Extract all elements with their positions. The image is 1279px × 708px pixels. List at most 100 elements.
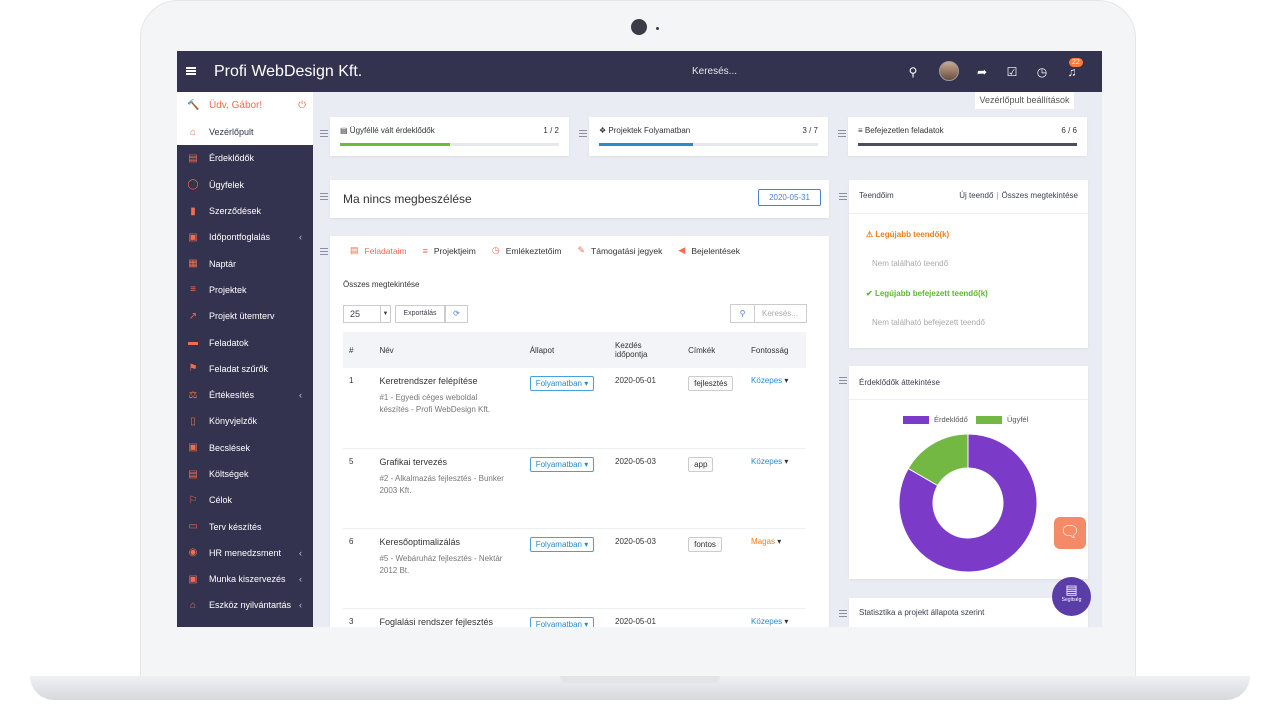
webcam [631,19,647,35]
sidebar-item-4[interactable]: ▣ Időpontfoglalás ‹ [177,224,313,250]
sidebar-item-13[interactable]: ▤ Költségek [177,461,313,487]
chevron-left-icon: ‹ [299,390,302,401]
sidebar-item-1[interactable]: ▤ Érdeklődők [177,145,313,171]
column-header[interactable]: Állapot [523,332,609,368]
drag-handle-icon[interactable] [839,610,847,617]
status-dropdown[interactable]: Folyamatban ▾ [529,456,595,472]
sidebar-item-label: Szerződések [209,206,262,217]
sidebar-item-11[interactable]: ▯ Könyvjelzők [177,408,313,434]
tab-tasks[interactable]: ▤ Feladataim [350,245,407,256]
task-description: #1 - Egyedi céges weboldal készítés - Pr… [379,393,491,414]
receipt-icon: ▤ [188,468,198,480]
priority-dropdown[interactable]: Közepes ▾ [751,376,788,385]
priority-cell: Közepes ▾ [745,368,806,449]
sidebar-item-18[interactable]: ⌂ Eszköz nyilvántartás ‹ [177,592,313,618]
task-cell: Foglalási rendszer fejlesztés [373,608,524,627]
drag-handle-icon[interactable] [839,193,847,200]
store-icon: ▤ [188,152,198,164]
sidebar-item-17[interactable]: ▣ Munka kiszervezés ‹ [177,566,313,592]
search-icon[interactable]: ⚲ [906,65,920,79]
drag-handle-icon[interactable] [839,377,847,384]
task-name-link[interactable]: Keresőoptimalizálás [379,537,517,547]
tab-megaphone[interactable]: ◀ Bejelentések [678,245,740,256]
table-search-input[interactable]: ⚲ Keresés... [730,304,807,323]
column-header[interactable]: Címkék [682,332,746,368]
view-all-tasks-link[interactable]: Összes megtekintése [343,280,419,289]
page-size-value: 25 [350,309,361,319]
sidebar-item-3[interactable]: ▮ Szerződések [177,198,313,224]
drag-handle-icon[interactable] [838,130,846,137]
column-header[interactable]: # [343,332,374,368]
task-name-link[interactable]: Keretrendszer felépítése [379,376,517,386]
sidebar-item-16[interactable]: ◉ HR menedzsment ‹ [177,540,313,566]
avatar[interactable] [939,61,959,81]
table-row[interactable]: 3 Foglalási rendszer fejlesztés Folyamat… [343,608,806,627]
chevron-down-icon: ▼ [380,306,390,322]
checkbox-icon[interactable]: ☑ [1005,65,1019,79]
priority-dropdown[interactable]: Magas ▾ [751,537,781,546]
sidebar-item-9[interactable]: ⚑ Feladat szűrők [177,356,313,382]
drag-handle-icon[interactable] [320,193,328,200]
tags-cell: fejlesztés [682,368,746,449]
priority-dropdown[interactable]: Közepes ▾ [751,457,788,466]
sidebar-item-6[interactable]: ≡ Projektek [177,277,313,303]
page-size-select[interactable]: 25 ▼ [343,305,391,323]
help-button[interactable]: ▤ Segítség [1052,577,1091,616]
drag-handle-icon[interactable] [320,248,328,255]
sidebar-item-label: HR menedzsment [209,547,282,558]
task-name-link[interactable]: Grafikai tervezés [379,457,517,467]
top-bar: Profi WebDesign Kft. Keresés... ⚲ ➦ ☑ ◷ … [177,51,1102,92]
column-header[interactable]: Fontosság [745,332,806,368]
tab-clock[interactable]: ◷ Emlékeztetőim [492,245,562,256]
separator: | [996,191,999,200]
tab-ticket[interactable]: ✎ Támogatási jegyek [578,245,663,256]
sidebar-item-5[interactable]: ▦ Naptár [177,250,313,276]
sidebar-item-2[interactable]: ◯ Ügyfelek [177,172,313,198]
priority-dropdown[interactable]: Közepes ▾ [751,617,788,626]
status-cell: Folyamatban ▾ [523,608,609,628]
status-dropdown[interactable]: Folyamatban ▾ [529,536,595,552]
chat-button[interactable]: 🗨 [1054,517,1086,549]
global-search-input[interactable]: Keresés... [692,66,737,77]
sidebar-item-8[interactable]: ▬ Feladatok [177,329,313,355]
new-todo-link[interactable]: Új teendő [959,191,993,200]
legend-swatch [903,415,929,424]
power-icon[interactable]: ⏻ [298,100,306,111]
table-row[interactable]: 6 Keresőoptimalizálás #5 - Webáruház fej… [343,528,806,609]
sidebar-item-12[interactable]: ▣ Becslések [177,435,313,461]
sidebar-item-10[interactable]: ⚖ Értékesítés ‹ [177,382,313,408]
drag-handle-icon[interactable] [579,130,587,137]
sidebar-item-15[interactable]: ▭ Terv készítés [177,513,313,539]
tag-badge: fontos [688,536,722,552]
leads-overview-panel: Érdeklődők áttekintése Érdeklődő Ügyfél [849,366,1088,579]
column-header[interactable]: Kezdés időpontja [609,332,683,368]
priority-cell: Közepes ▾ [745,608,806,627]
tab-list[interactable]: ≡ Projektjeim [423,245,476,256]
status-dropdown[interactable]: Folyamatban ▾ [529,376,595,391]
sidebar-item-label: Terv készítés [209,521,262,532]
table-row[interactable]: 1 Keretrendszer felépítése #1 - Egyedi c… [343,368,806,449]
column-header[interactable]: Név [373,332,524,368]
date-picker[interactable]: 2020-05-31 [758,189,821,206]
bell-icon[interactable]: ♫ [1065,65,1079,79]
refresh-button[interactable]: ⟳ [445,305,468,323]
clock-icon[interactable]: ◷ [1035,65,1049,79]
sidebar-item-0[interactable]: ⌂ Vezérlőpult [177,119,313,146]
sidebar-item-7[interactable]: ↗ Projekt ütemterv [177,303,313,329]
latest-todos-empty: Nem található teendő [872,259,949,268]
table-body: 1 Keretrendszer felépítése #1 - Egyedi c… [343,368,806,627]
caret-down-icon: ▾ [584,459,589,469]
caret-down-icon: ▾ [584,619,589,628]
list-icon: ≡ [422,245,428,256]
sidebar-item-label: Naptár [209,258,237,269]
export-button[interactable]: Exportálás [395,305,445,323]
status-dropdown[interactable]: Folyamatban ▾ [529,616,595,628]
hamburger-menu-icon[interactable] [186,67,196,75]
sidebar-item-14[interactable]: ⚐ Célok [177,487,313,513]
task-name-link[interactable]: Foglalási rendszer fejlesztés [379,617,517,627]
dashboard-settings-button[interactable]: Vezérlőpult beállítások [975,92,1074,109]
share-icon[interactable]: ➦ [975,65,989,79]
drag-handle-icon[interactable] [320,130,328,137]
view-all-todos-link[interactable]: Összes megtekintése [1002,191,1078,200]
table-row[interactable]: 5 Grafikai tervezés #2 - Alkalmazás fejl… [343,448,806,529]
